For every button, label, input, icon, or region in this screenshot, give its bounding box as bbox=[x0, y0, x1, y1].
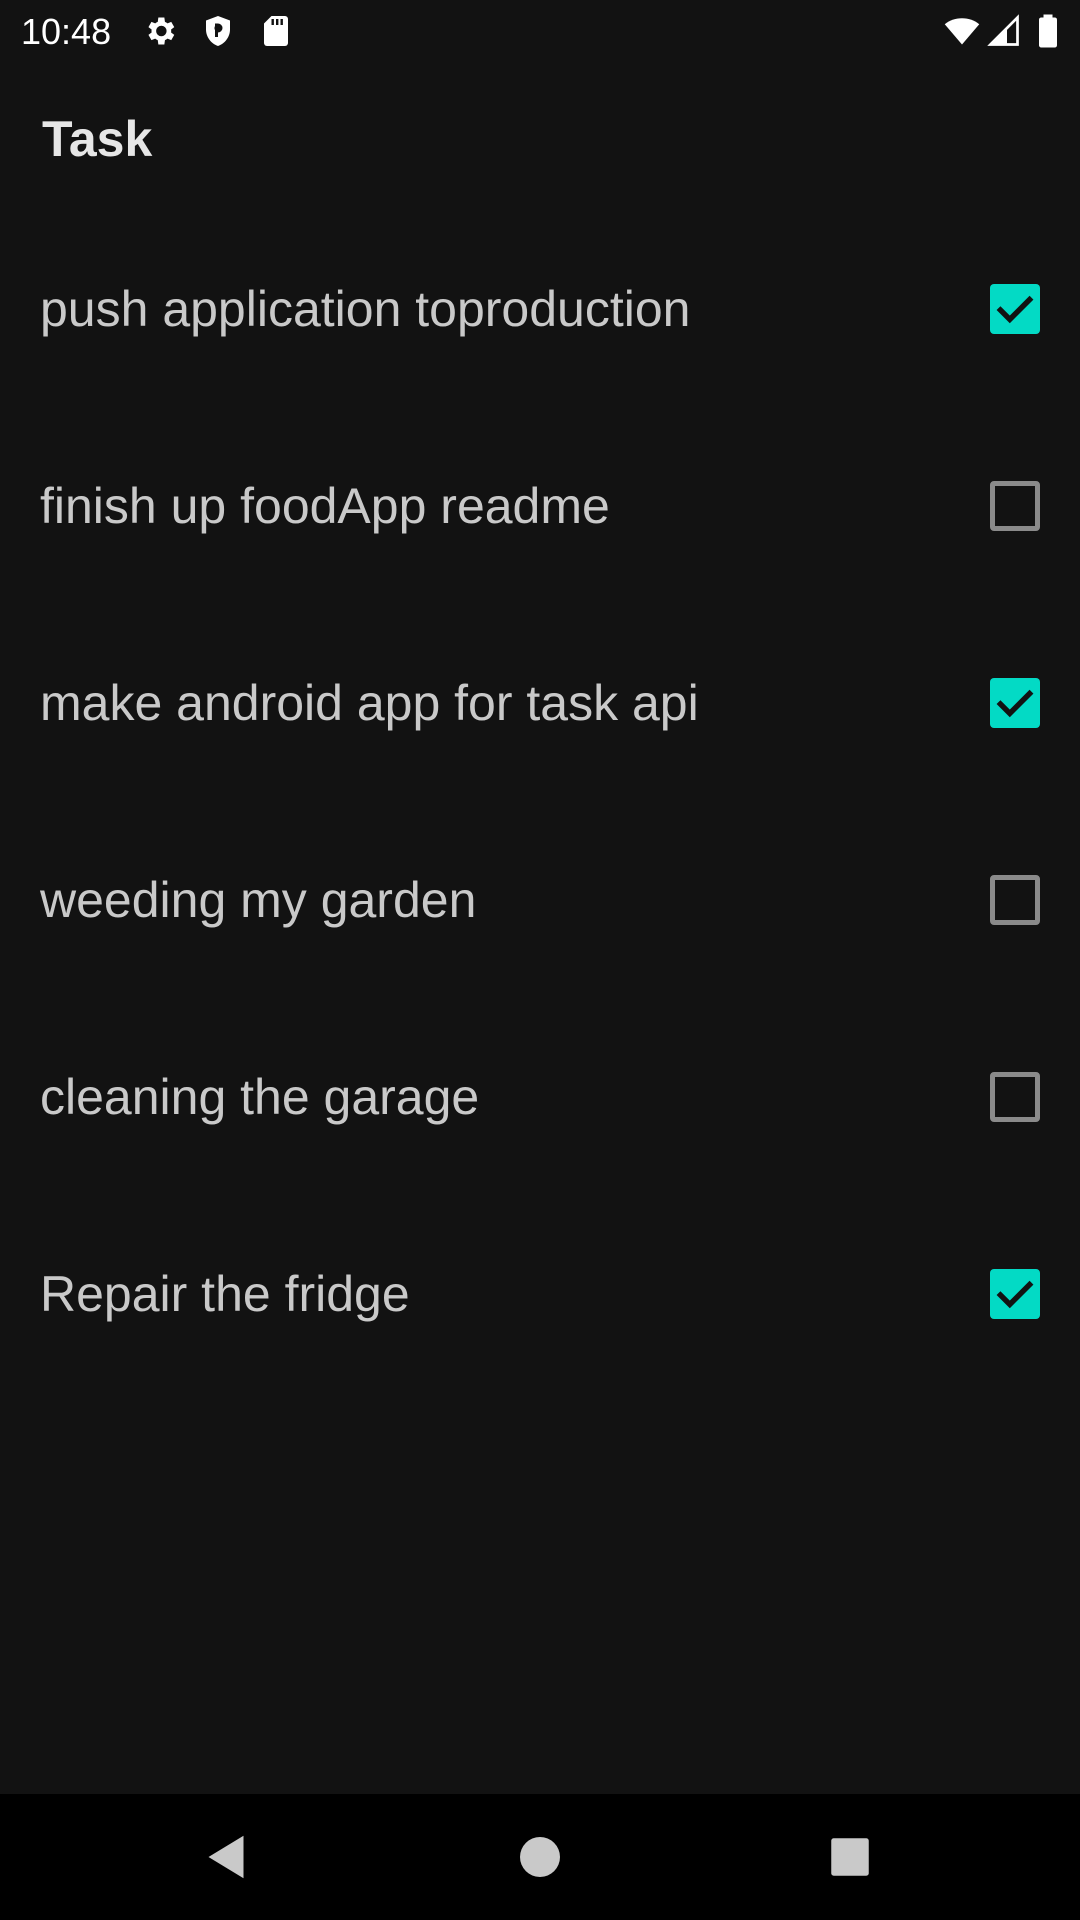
navigation-bar bbox=[0, 1794, 1080, 1920]
task-list: push application toproduction finish up … bbox=[0, 211, 1080, 1393]
task-label: push application toproduction bbox=[40, 281, 691, 337]
task-label: make android app for task api bbox=[40, 675, 699, 731]
task-row[interactable]: make android app for task api bbox=[0, 605, 1080, 802]
task-row[interactable]: weeding my garden bbox=[0, 802, 1080, 999]
shield-icon bbox=[200, 13, 236, 49]
task-checkbox[interactable] bbox=[990, 481, 1040, 531]
status-time: 10:48 bbox=[21, 11, 112, 52]
wifi-icon bbox=[944, 13, 980, 49]
page-title: Task bbox=[42, 111, 153, 167]
cell-signal-icon bbox=[986, 13, 1022, 49]
recents-icon[interactable] bbox=[820, 1827, 880, 1887]
task-row[interactable]: finish up foodApp readme bbox=[0, 408, 1080, 605]
checkmark-icon bbox=[996, 689, 1034, 718]
task-checkbox[interactable] bbox=[990, 1269, 1040, 1319]
status-bar: 10:48 bbox=[0, 0, 1080, 63]
task-row[interactable]: Repair the fridge bbox=[0, 1196, 1080, 1393]
checkmark-icon bbox=[996, 295, 1034, 324]
battery-icon bbox=[1030, 13, 1066, 49]
task-row[interactable]: push application toproduction bbox=[0, 211, 1080, 408]
task-label: Repair the fridge bbox=[40, 1266, 410, 1322]
task-checkbox[interactable] bbox=[990, 1072, 1040, 1122]
gear-icon bbox=[142, 13, 178, 49]
task-label: weeding my garden bbox=[40, 872, 477, 928]
task-label: cleaning the garage bbox=[40, 1069, 480, 1125]
screen: 10:48 Task push application toproduction bbox=[0, 0, 1080, 1920]
task-checkbox[interactable] bbox=[990, 284, 1040, 334]
sd-card-icon bbox=[258, 13, 294, 49]
home-icon[interactable] bbox=[510, 1827, 570, 1887]
back-icon[interactable] bbox=[196, 1827, 256, 1887]
task-row[interactable]: cleaning the garage bbox=[0, 999, 1080, 1196]
task-label: finish up foodApp readme bbox=[40, 478, 610, 534]
task-checkbox[interactable] bbox=[990, 678, 1040, 728]
checkmark-icon bbox=[996, 1280, 1034, 1309]
task-checkbox[interactable] bbox=[990, 875, 1040, 925]
